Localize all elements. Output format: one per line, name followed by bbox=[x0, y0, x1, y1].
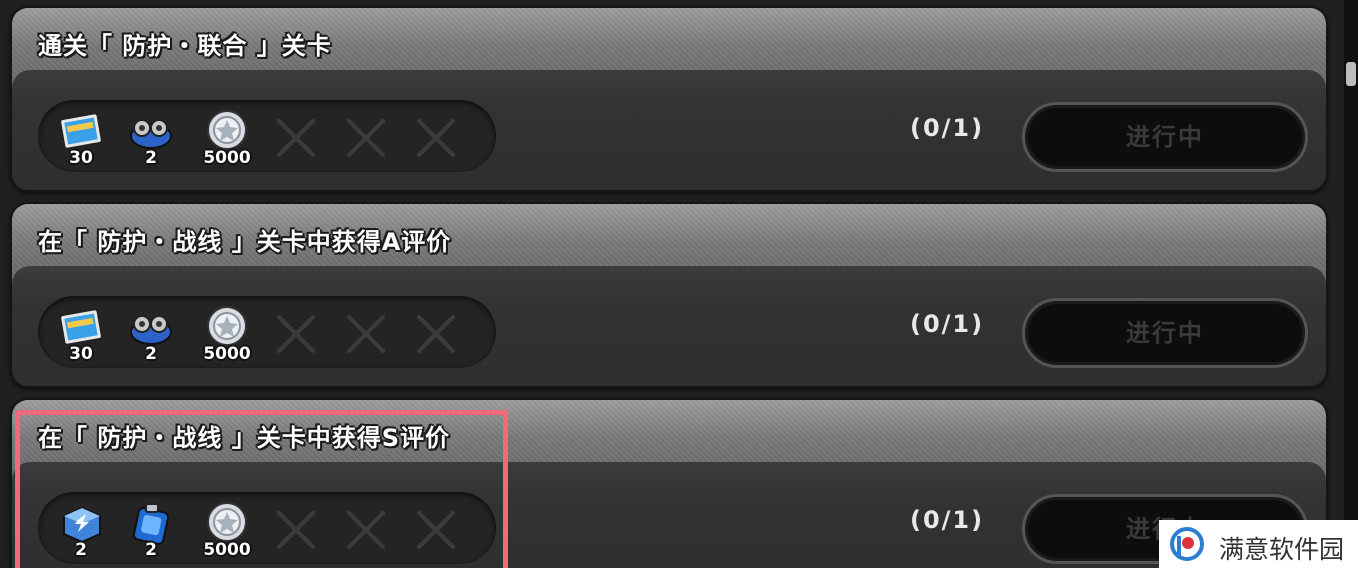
quest-card: 通关「 防护・联合 」关卡 30 2 5000 (0/1) 进行中 bbox=[10, 6, 1328, 192]
empty-reward-slot bbox=[274, 116, 318, 160]
empty-reward-slot bbox=[344, 116, 388, 160]
scrollbar-thumb[interactable] bbox=[1346, 62, 1356, 86]
reward-item[interactable]: 30 bbox=[52, 304, 110, 364]
empty-reward-slot bbox=[344, 312, 388, 356]
empty-reward-slot bbox=[414, 116, 458, 160]
highlight-annotation bbox=[15, 410, 508, 568]
quest-body: 30 2 5000 (0/1) 进行中 bbox=[12, 70, 1326, 190]
reward-item[interactable]: 5000 bbox=[198, 304, 256, 364]
reward-tray: 30 2 5000 bbox=[38, 296, 496, 368]
empty-reward-slot bbox=[274, 312, 318, 356]
reward-quantity: 30 bbox=[69, 344, 93, 364]
status-label: 进行中 bbox=[1126, 123, 1204, 151]
reward-item[interactable]: 5000 bbox=[198, 108, 256, 168]
quest-title: 通关「 防护・联合 」关卡 bbox=[38, 32, 332, 60]
reward-quantity: 2 bbox=[145, 344, 157, 364]
reward-quantity: 30 bbox=[69, 148, 93, 168]
quest-status-button[interactable]: 进行中 bbox=[1022, 102, 1308, 172]
status-label: 进行中 bbox=[1126, 319, 1204, 347]
reward-item[interactable]: 2 bbox=[122, 108, 180, 168]
reward-quantity: 5000 bbox=[203, 148, 251, 168]
reward-quantity: 5000 bbox=[203, 344, 251, 364]
reward-item[interactable]: 30 bbox=[52, 108, 110, 168]
quest-title: 在「 防护・战线 」关卡中获得A评价 bbox=[38, 228, 452, 256]
scrollbar[interactable] bbox=[1344, 0, 1358, 568]
quest-body: 30 2 5000 (0/1) 进行中 bbox=[12, 266, 1326, 386]
reward-item[interactable]: 2 bbox=[122, 304, 180, 364]
reward-tray: 30 2 5000 bbox=[38, 100, 496, 172]
empty-reward-slot bbox=[414, 312, 458, 356]
watermark: 满意软件园 bbox=[1159, 520, 1358, 568]
quest-list[interactable]: 通关「 防护・联合 」关卡 30 2 5000 (0/1) 进行中 在「 防护・… bbox=[0, 0, 1344, 568]
watermark-text: 满意软件园 bbox=[1219, 535, 1345, 564]
quest-progress: (0/1) bbox=[910, 310, 985, 338]
reward-quantity: 2 bbox=[145, 148, 157, 168]
quest-card: 在「 防护・战线 」关卡中获得A评价 30 2 5000 (0/1) 进行中 bbox=[10, 202, 1328, 388]
quest-status-button[interactable]: 进行中 bbox=[1022, 298, 1308, 368]
quest-progress: (0/1) bbox=[910, 506, 985, 534]
quest-progress: (0/1) bbox=[910, 114, 985, 142]
watermark-logo-icon bbox=[1170, 527, 1204, 561]
